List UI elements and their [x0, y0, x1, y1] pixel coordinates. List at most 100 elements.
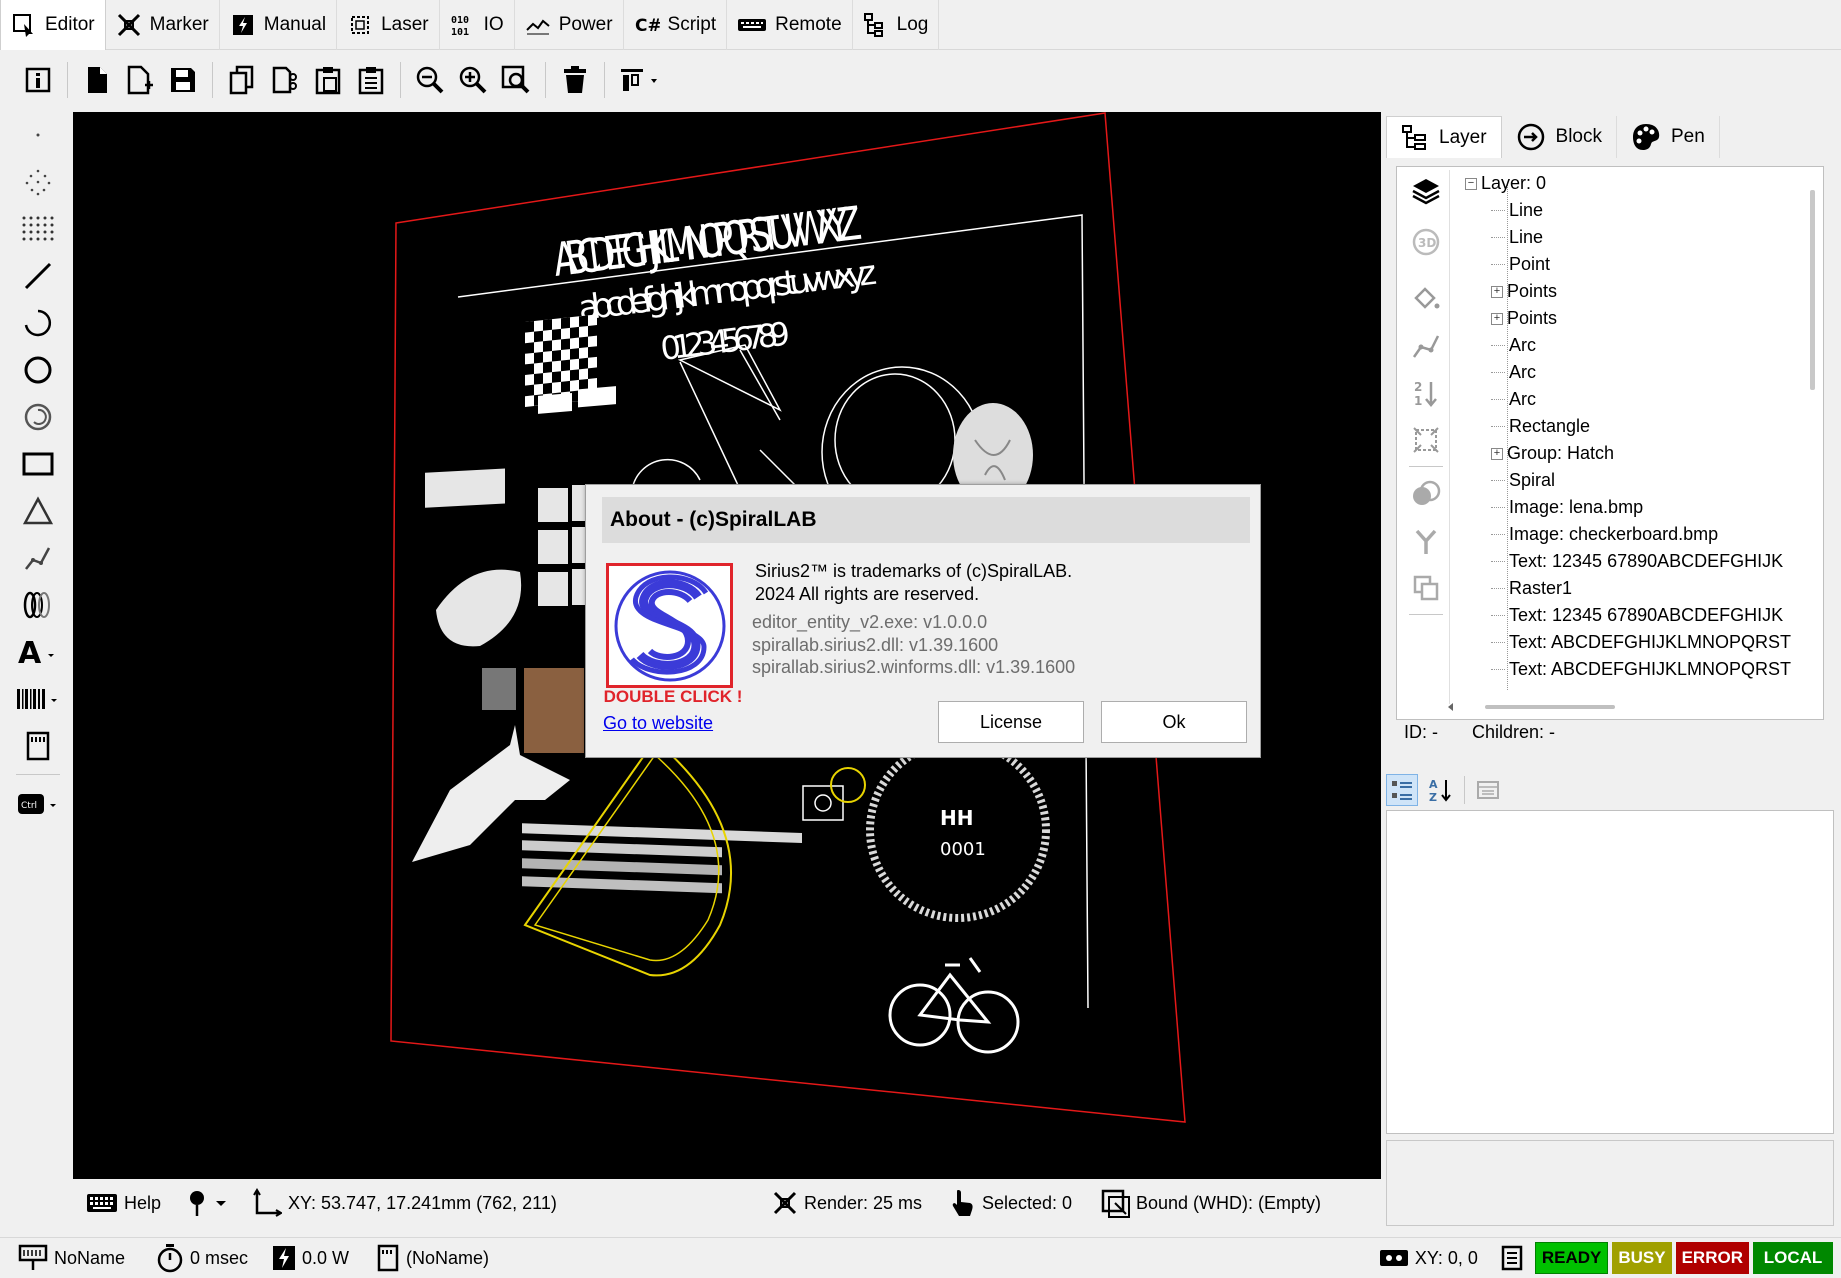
view-3d-button[interactable]: 3D: [1406, 221, 1446, 262]
save-button[interactable]: [165, 62, 201, 98]
tab-layer[interactable]: Layer: [1386, 116, 1502, 158]
tab-power[interactable]: Power: [515, 0, 624, 50]
tree-horizontal-scrollbar[interactable]: [1445, 700, 1815, 714]
zoom-out-button[interactable]: [412, 62, 448, 98]
ok-button[interactable]: Ok: [1101, 701, 1247, 743]
tree-node-layer[interactable]: − Layer: 0: [1465, 170, 1805, 197]
zoom-in-button[interactable]: [455, 62, 491, 98]
property-grid[interactable]: [1386, 810, 1834, 1134]
tab-editor[interactable]: Editor: [0, 0, 106, 50]
tab-io[interactable]: 010 101 IO: [440, 0, 515, 50]
tree-node[interactable]: Spiral: [1465, 467, 1805, 494]
tree-node[interactable]: Text: 12345 67890ABCDEFGHIJK: [1465, 548, 1805, 575]
paste-array-button[interactable]: [353, 62, 389, 98]
help-button[interactable]: Help: [86, 1192, 186, 1214]
circle-tool[interactable]: [11, 347, 65, 392]
tab-log[interactable]: Log: [853, 0, 940, 50]
split-button[interactable]: [1406, 520, 1446, 561]
tab-block[interactable]: Block: [1502, 116, 1617, 158]
power-icon: [525, 19, 550, 35]
cut-button[interactable]: [267, 62, 303, 98]
arc-tool[interactable]: [11, 300, 65, 345]
barcode-tool[interactable]: [11, 676, 65, 721]
tree-node[interactable]: Arc: [1465, 359, 1805, 386]
log-list-icon-wrap[interactable]: [1489, 1245, 1535, 1271]
bound-info: Bound (WHD): (Empty): [1100, 1188, 1321, 1218]
tree-node[interactable]: Rectangle: [1465, 413, 1805, 440]
tree-node[interactable]: Image: lena.bmp: [1465, 494, 1805, 521]
categorized-button[interactable]: [1386, 774, 1418, 806]
rights-text: 2024 All rights are reserved.: [755, 584, 980, 604]
alphabetical-button[interactable]: AZ: [1426, 774, 1456, 806]
ctrl-dropdown-tool[interactable]: Ctrl: [11, 781, 65, 826]
ellipse-tool[interactable]: [11, 394, 65, 439]
tab-script[interactable]: C# Script: [624, 0, 728, 50]
line-tool[interactable]: [11, 253, 65, 298]
tree-node[interactable]: + Points: [1465, 305, 1805, 332]
group-button[interactable]: [1406, 567, 1446, 608]
text-tool[interactable]: A: [11, 629, 65, 674]
tree-node[interactable]: Arc: [1465, 386, 1805, 413]
tree-node[interactable]: Image: checkerboard.bmp: [1465, 521, 1805, 548]
tree-node[interactable]: Point: [1465, 251, 1805, 278]
tab-pen[interactable]: Pen: [1617, 116, 1720, 158]
point-tool[interactable]: [11, 112, 65, 157]
power-bolt-icon: [273, 1246, 295, 1270]
points-tool[interactable]: [11, 159, 65, 204]
align-dropdown-button[interactable]: [616, 62, 664, 98]
delete-button[interactable]: [557, 62, 593, 98]
bounds-button[interactable]: [1406, 419, 1446, 460]
new-file-button[interactable]: [79, 62, 115, 98]
expand-icon[interactable]: +: [1491, 312, 1503, 325]
tree-vertical-scrollbar[interactable]: [1810, 190, 1815, 390]
website-link[interactable]: Go to website: [603, 713, 713, 734]
tree-node[interactable]: Line: [1465, 224, 1805, 251]
tab-laser[interactable]: Laser: [337, 0, 440, 50]
open-file-button[interactable]: [122, 62, 158, 98]
zoom-fit-button[interactable]: [498, 62, 534, 98]
layer-tree-toolbar: 3D 21: [1402, 170, 1450, 704]
tab-manual[interactable]: Manual: [220, 0, 338, 50]
tree-node[interactable]: Line: [1465, 197, 1805, 224]
triangle-tool[interactable]: [11, 488, 65, 533]
cut-icon: [272, 66, 297, 94]
map-pin-icon: [190, 1191, 204, 1216]
expand-icon[interactable]: +: [1491, 285, 1503, 298]
tab-remote[interactable]: Remote: [727, 0, 853, 50]
layers-button[interactable]: [1406, 170, 1446, 211]
cursor-xy-readout: XY: 53.747, 17.241mm (762, 211): [288, 1192, 557, 1213]
polyline-tool[interactable]: [11, 535, 65, 580]
point-grid-tool[interactable]: [11, 206, 65, 251]
rectangle-tool[interactable]: [11, 441, 65, 486]
pin-dropdown[interactable]: [186, 1189, 252, 1217]
selected-count: Selected: 0: [950, 1188, 1100, 1218]
tree-node[interactable]: Arc: [1465, 332, 1805, 359]
license-button[interactable]: License: [938, 701, 1084, 743]
tree-node[interactable]: + Points: [1465, 278, 1805, 305]
layer-tree-view[interactable]: − Layer: 0 Line Line Point + Points + Points Ar…: [1465, 170, 1805, 690]
toolbar-separator: [67, 62, 68, 98]
tree-node[interactable]: + Group: Hatch: [1465, 440, 1805, 467]
small-circle: [814, 794, 832, 812]
info-button[interactable]: [20, 62, 56, 98]
copy-button[interactable]: [224, 62, 260, 98]
sort-button[interactable]: 21: [1406, 372, 1446, 413]
bound-box-icon: [1101, 1189, 1130, 1218]
paste-button[interactable]: [310, 62, 346, 98]
raster-tool[interactable]: [11, 723, 65, 768]
property-pages-button[interactable]: [1473, 774, 1503, 806]
tree-node[interactable]: Text: 12345 67890ABCDEFGHIJK: [1465, 602, 1805, 629]
fill-button[interactable]: [1406, 278, 1446, 319]
tree-node[interactable]: Raster1: [1465, 575, 1805, 602]
tree-node[interactable]: Text: ABCDEFGHIJKLMNOPQRST: [1465, 629, 1805, 656]
spiral-tool[interactable]: [11, 582, 65, 627]
circle-icon: [24, 356, 52, 383]
merge-button[interactable]: [1406, 473, 1446, 514]
path-button[interactable]: [1406, 325, 1446, 366]
svg-text:3D: 3D: [1418, 236, 1436, 250]
tab-marker[interactable]: Marker: [106, 0, 220, 50]
expand-icon[interactable]: +: [1491, 447, 1503, 460]
collapse-icon[interactable]: −: [1465, 177, 1477, 190]
tree-node[interactable]: Text: ABCDEFGHIJKLMNOPQRST: [1465, 656, 1805, 683]
spirallab-logo[interactable]: [606, 563, 733, 688]
